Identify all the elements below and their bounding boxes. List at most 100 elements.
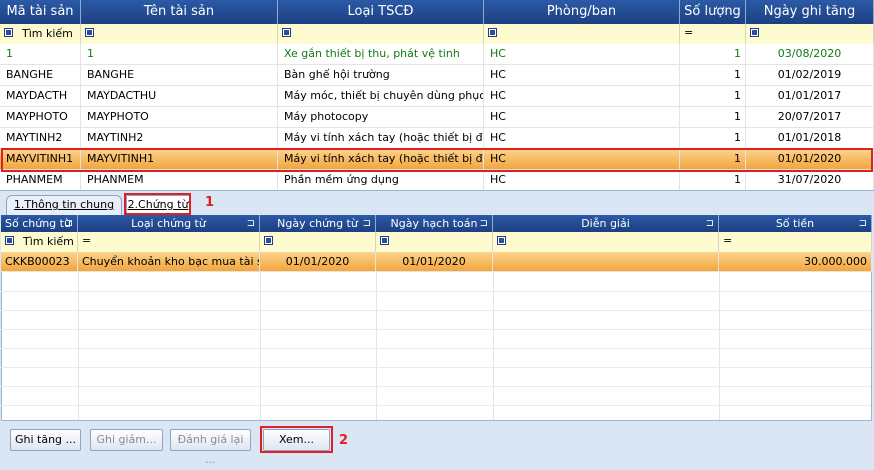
filter-operator[interactable]: = (723, 234, 732, 247)
filter-loai-tscd[interactable] (278, 24, 484, 44)
cell-ngay-hach-toan: 01/01/2020 (376, 252, 493, 272)
filter-so-luong[interactable]: = (680, 24, 746, 44)
filter-icon[interactable] (750, 28, 759, 37)
pin-icon[interactable]: ⊐ (706, 215, 714, 232)
cell-ngay: 03/08/2020 (746, 44, 874, 65)
tab-general[interactable]: 1.Thông tin chung (6, 195, 122, 215)
table-row[interactable]: MAYPHOTO MAYPHOTO Máy photocopy HC 1 20/… (0, 107, 874, 128)
grid-line (260, 272, 261, 420)
cell-loai: Bàn ghế hội trường (278, 65, 484, 86)
col-header-ngay-ghi-tang[interactable]: Ngày ghi tăng (746, 0, 874, 24)
increase-button[interactable]: Ghi tăng ... (10, 429, 81, 451)
pin-icon[interactable]: ⊐ (247, 215, 255, 232)
filter-ngay-ghi-tang[interactable] (746, 24, 874, 44)
filter-icon[interactable] (85, 28, 94, 37)
filter-icon[interactable] (5, 236, 14, 245)
col-header-ngay-hach-toan[interactable]: Ngày hạch toán ⊐ (376, 215, 493, 232)
col-header-phong-ban[interactable]: Phòng/ban (484, 0, 680, 24)
filter-so-tien[interactable]: = (719, 232, 872, 252)
cell-so-luong: 1 (680, 170, 746, 191)
col-header-ngay-chung-tu[interactable]: Ngày chứng từ ⊐ (260, 215, 376, 232)
filter-ma-tai-san[interactable]: Tìm kiếm (0, 24, 81, 44)
table-row[interactable]: MAYTINH2 MAYTINH2 Máy vi tính xách tay (… (0, 128, 874, 149)
grid-line (1, 405, 871, 406)
grid-line (1, 291, 871, 292)
col-header-label: Diễn giải (581, 217, 630, 230)
cell-ngay: 01/01/2018 (746, 128, 874, 149)
filter-icon[interactable] (282, 28, 291, 37)
voucher-grid-header: Số chứng từ ⊐ Loại chứng từ ⊐ Ngày chứng t… (1, 215, 872, 232)
cell-loai: Xe gắn thiết bị thu, phát vệ tinh (278, 44, 484, 65)
cell-ma: MAYDACTH (0, 86, 81, 107)
revalue-button[interactable]: Đánh giá lại ... (170, 429, 251, 466)
grid-line (1, 367, 871, 368)
col-header-label: Số chứng từ (5, 217, 71, 230)
annotation-step-1: 1 (205, 195, 215, 210)
col-header-so-chung-tu[interactable]: Số chứng từ ⊐ (1, 215, 78, 232)
col-header-so-tien[interactable]: Số tiền ⊐ (719, 215, 872, 232)
cell-so-luong: 1 (680, 86, 746, 107)
filter-operator[interactable]: = (82, 234, 91, 247)
voucher-row-selected[interactable]: CKKB00023 Chuyển khoản kho bạc mua tài s… (1, 252, 872, 272)
filter-phong-ban[interactable] (484, 24, 680, 44)
cell-ten: MAYPHOTO (81, 107, 278, 128)
cell-loai: Máy photocopy (278, 107, 484, 128)
table-row[interactable]: 1 1 Xe gắn thiết bị thu, phát vệ tinh HC… (0, 44, 874, 65)
grid-line (1, 348, 871, 349)
col-header-label: Loại chứng từ (131, 217, 206, 230)
filter-loai-chung-tu[interactable]: = (78, 232, 260, 252)
filter-so-chung-tu[interactable]: Tìm kiếm (1, 232, 78, 252)
col-header-loai-tscd[interactable]: Loại TSCĐ (278, 0, 484, 24)
col-header-dien-giai[interactable]: Diễn giải ⊐ (493, 215, 719, 232)
voucher-filter-row: Tìm kiếm = = (1, 232, 872, 252)
asset-grid-header: Mã tài sản Tên tài sản Loại TSCĐ Phòng/b… (0, 0, 874, 24)
highlight-tab-vouchers (124, 193, 191, 215)
cell-loai: Phần mềm ứng dụng (278, 170, 484, 191)
filter-search-label: Tìm kiếm (22, 27, 73, 40)
cell-so-luong: 1 (680, 128, 746, 149)
cell-so-tien: 30.000.000 (719, 252, 872, 272)
col-header-label: Ngày chứng từ (277, 217, 358, 230)
filter-ngay-chung-tu[interactable] (260, 232, 376, 252)
filter-search-label: Tìm kiếm (23, 235, 74, 248)
filter-operator[interactable]: = (684, 26, 693, 39)
filter-icon[interactable] (264, 236, 273, 245)
pin-icon[interactable]: ⊐ (65, 215, 73, 232)
grid-line (493, 272, 494, 420)
grid-line (78, 272, 79, 420)
decrease-button[interactable]: Ghi giảm... (90, 429, 163, 451)
cell-ngay: 01/01/2017 (746, 86, 874, 107)
pin-icon[interactable]: ⊐ (859, 215, 867, 232)
highlight-selected-row (1, 148, 873, 172)
filter-icon[interactable] (488, 28, 497, 37)
cell-loai: Máy móc, thiết bị chuyên dùng phục vụ (278, 86, 484, 107)
annotation-step-2: 2 (339, 433, 349, 448)
cell-ma: MAYPHOTO (0, 107, 81, 128)
pin-icon[interactable]: ⊐ (480, 215, 488, 232)
col-header-so-luong[interactable]: Số lượng (680, 0, 746, 24)
cell-dien-giai (493, 252, 719, 272)
filter-dien-giai[interactable] (493, 232, 719, 252)
filter-icon[interactable] (4, 28, 13, 37)
col-header-ma-tai-san[interactable]: Mã tài sản (0, 0, 81, 24)
filter-ten-tai-san[interactable] (81, 24, 278, 44)
cell-phong-ban: HC (484, 44, 680, 65)
cell-phong-ban: HC (484, 128, 680, 149)
table-row[interactable]: MAYDACTH MAYDACTHU Máy móc, thiết bị chu… (0, 86, 874, 107)
table-row[interactable]: PHANMEM PHANMEM Phần mềm ứng dụng HC 1 3… (0, 170, 874, 191)
cell-ngay: 01/02/2019 (746, 65, 874, 86)
grid-line (1, 329, 871, 330)
filter-icon[interactable] (497, 236, 506, 245)
col-header-ten-tai-san[interactable]: Tên tài sản (81, 0, 278, 24)
cell-ten: PHANMEM (81, 170, 278, 191)
filter-ngay-hach-toan[interactable] (376, 232, 493, 252)
pin-icon[interactable]: ⊐ (363, 215, 371, 232)
cell-ten: 1 (81, 44, 278, 65)
col-header-label: Số tiền (775, 217, 815, 230)
table-row[interactable]: BANGHE BANGHE Bàn ghế hội trường HC 1 01… (0, 65, 874, 86)
col-header-loai-chung-tu[interactable]: Loại chứng từ ⊐ (78, 215, 260, 232)
cell-phong-ban: HC (484, 65, 680, 86)
cell-phong-ban: HC (484, 170, 680, 191)
filter-icon[interactable] (380, 236, 389, 245)
cell-ma: MAYTINH2 (0, 128, 81, 149)
